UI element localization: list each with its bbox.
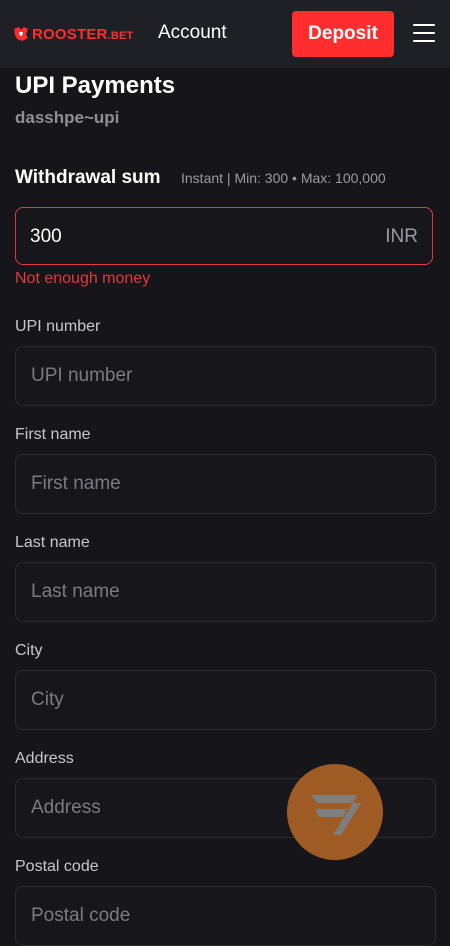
withdrawal-limits-info: Instant | Min: 300 • Max: 100,000 bbox=[181, 170, 386, 186]
brand-wordmark: ROOSTER.BET bbox=[32, 25, 134, 43]
currency-label: INR bbox=[385, 226, 418, 247]
address-label: Address bbox=[15, 750, 74, 767]
last-name-label: Last name bbox=[15, 534, 90, 551]
city-input[interactable] bbox=[15, 670, 436, 730]
last-name-input[interactable] bbox=[15, 562, 436, 622]
amount-value[interactable]: 300 bbox=[30, 226, 62, 248]
page-title: UPI Payments bbox=[15, 72, 176, 99]
hamburger-menu-icon[interactable] bbox=[413, 24, 435, 44]
brand-logo[interactable]: ROOSTER.BET bbox=[12, 25, 133, 43]
upi-number-label: UPI number bbox=[15, 318, 101, 335]
top-bar: ROOSTER.BET Account Deposit bbox=[0, 0, 450, 68]
account-link[interactable]: Account bbox=[158, 22, 227, 44]
postal-code-input[interactable] bbox=[15, 886, 436, 946]
first-name-label: First name bbox=[15, 426, 91, 443]
first-name-input[interactable] bbox=[15, 454, 436, 514]
chat-widget-button[interactable] bbox=[287, 764, 383, 860]
rooster-logo-icon bbox=[14, 27, 28, 41]
deposit-button[interactable]: Deposit bbox=[292, 11, 394, 57]
payment-method-subtitle: dasshpe~upi bbox=[15, 108, 120, 127]
upi-number-input[interactable] bbox=[15, 346, 436, 406]
amount-error-message: Not enough money bbox=[15, 270, 151, 287]
chat-widget-icon bbox=[311, 795, 361, 835]
withdrawal-sum-label: Withdrawal sum bbox=[15, 167, 161, 188]
city-label: City bbox=[15, 642, 43, 659]
postal-code-label: Postal code bbox=[15, 858, 99, 875]
withdrawal-amount-input[interactable]: 300 INR bbox=[15, 207, 433, 265]
